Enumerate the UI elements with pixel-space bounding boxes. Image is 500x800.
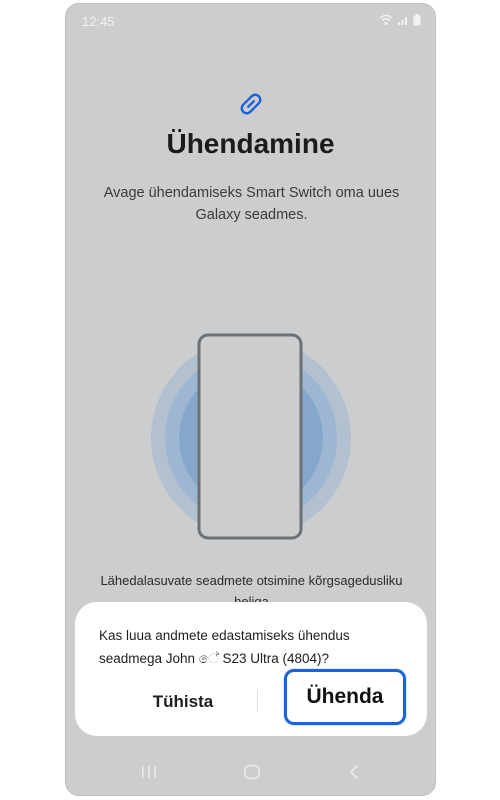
connection-dialog: Kas luua andmete edastamiseks ühendus se… [75,602,427,736]
signal-icon [397,14,409,26]
status-time: 12:45 [82,14,115,29]
link-icon [235,88,267,120]
cancel-button[interactable]: Tühista [119,684,247,720]
button-divider [257,690,258,712]
battery-icon [413,14,421,26]
page-title: Ühendamine [166,128,335,159]
status-bar: 12:45 [66,4,435,38]
home-icon[interactable] [232,757,272,787]
page-subtitle: Avage ühendamiseks Smart Switch oma uues… [103,185,400,223]
wifi-icon [379,14,393,26]
dialog-message: Kas luua andmete edastamiseks ühendus se… [99,628,350,666]
status-icons [379,14,421,26]
phone-screen: 12:45 Ühendamine Avage ühendamiseks Smar… [65,3,436,796]
phone-illustration [146,329,356,549]
connect-button[interactable]: Ühenda [284,669,406,725]
navigation-bar [66,745,435,795]
recents-icon[interactable] [129,757,169,787]
phone-outline [197,333,303,540]
back-icon[interactable] [334,757,374,787]
